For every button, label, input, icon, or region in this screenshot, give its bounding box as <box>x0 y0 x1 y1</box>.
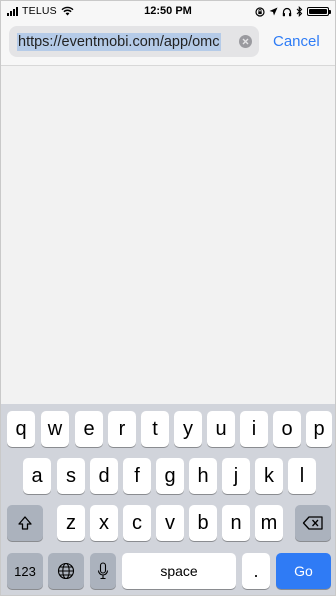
key-d[interactable]: d <box>90 458 118 494</box>
key-e[interactable]: e <box>75 411 103 447</box>
shift-key[interactable] <box>7 505 43 541</box>
space-key[interactable]: space <box>122 553 236 589</box>
key-f[interactable]: f <box>123 458 151 494</box>
key-g[interactable]: g <box>156 458 184 494</box>
microphone-icon <box>97 562 109 580</box>
orientation-lock-icon <box>255 6 265 17</box>
key-s[interactable]: s <box>57 458 85 494</box>
status-right <box>255 6 331 17</box>
bluetooth-icon <box>296 6 303 17</box>
key-a[interactable]: a <box>23 458 51 494</box>
address-bar: https://eventmobi.com/app/omc Cancel <box>1 23 335 66</box>
key-v[interactable]: v <box>156 505 184 541</box>
globe-key[interactable] <box>48 553 84 589</box>
globe-icon <box>57 562 75 580</box>
page-content-area <box>1 66 335 404</box>
key-u[interactable]: u <box>207 411 235 447</box>
clear-text-icon[interactable] <box>239 35 252 48</box>
key-z[interactable]: z <box>57 505 85 541</box>
phone-screen: TELUS 12:50 PM https://eventmobi.com/app… <box>0 0 336 596</box>
key-o[interactable]: o <box>273 411 301 447</box>
key-x[interactable]: x <box>90 505 118 541</box>
dictation-key[interactable] <box>90 553 116 589</box>
headphones-icon <box>282 7 292 16</box>
backspace-icon <box>302 516 323 530</box>
key-p[interactable]: p <box>306 411 332 447</box>
url-input[interactable]: https://eventmobi.com/app/omc <box>9 26 259 57</box>
key-t[interactable]: t <box>141 411 169 447</box>
location-arrow-icon <box>269 7 278 16</box>
key-h[interactable]: h <box>189 458 217 494</box>
numbers-key[interactable]: 123 <box>7 553 43 589</box>
key-r[interactable]: r <box>108 411 136 447</box>
key-l[interactable]: l <box>288 458 316 494</box>
key-y[interactable]: y <box>174 411 202 447</box>
key-k[interactable]: k <box>255 458 283 494</box>
key-m[interactable]: m <box>255 505 283 541</box>
go-key[interactable]: Go <box>276 553 331 589</box>
key-n[interactable]: n <box>222 505 250 541</box>
shift-icon <box>18 516 32 530</box>
key-w[interactable]: w <box>41 411 69 447</box>
key-j[interactable]: j <box>222 458 250 494</box>
period-key[interactable]: . <box>242 553 270 589</box>
cancel-button[interactable]: Cancel <box>273 33 320 50</box>
url-text-selected[interactable]: https://eventmobi.com/app/omc <box>17 33 221 51</box>
key-i[interactable]: i <box>240 411 268 447</box>
key-b[interactable]: b <box>189 505 217 541</box>
status-bar: TELUS 12:50 PM <box>1 1 335 23</box>
delete-key[interactable] <box>295 505 331 541</box>
key-q[interactable]: q <box>7 411 35 447</box>
key-c[interactable]: c <box>123 505 151 541</box>
keyboard: q w e r t y u i o p a s d f g h j k l z … <box>1 404 335 595</box>
battery-icon <box>307 7 331 16</box>
